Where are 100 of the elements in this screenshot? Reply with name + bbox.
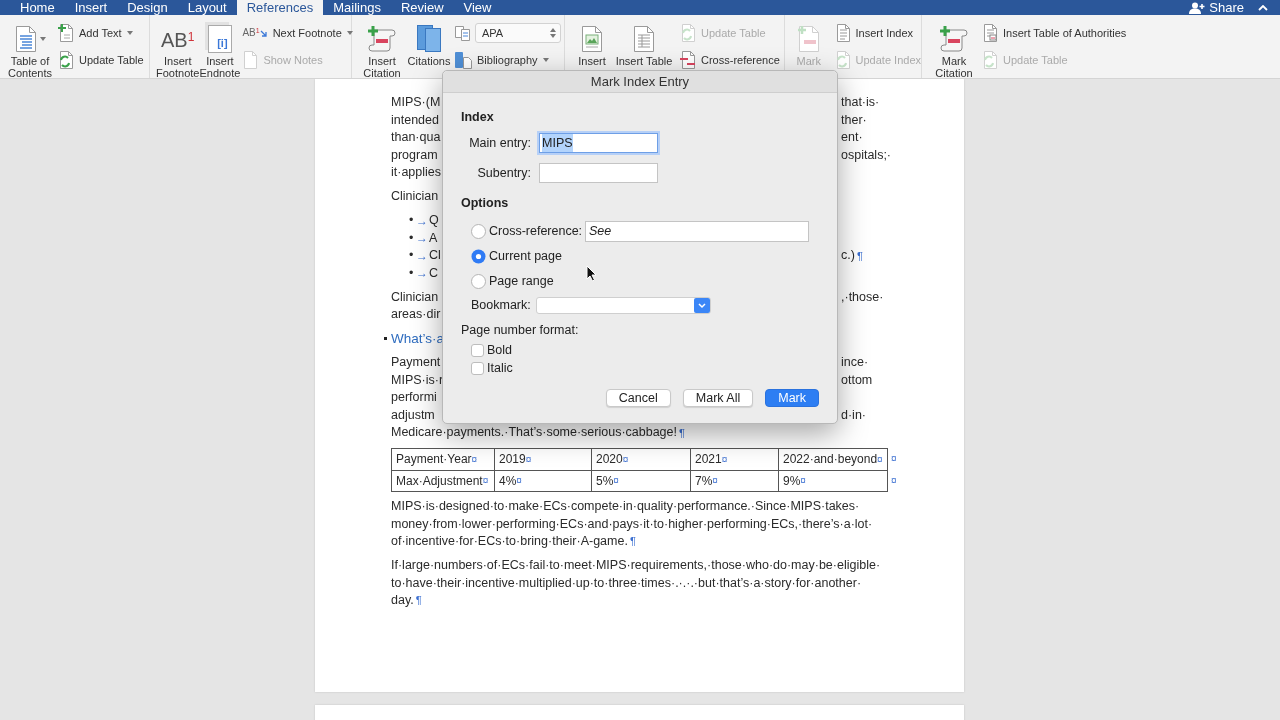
document-refresh-icon (58, 51, 74, 69)
cell-end-mark: ¤ (525, 452, 532, 467)
checkbox-option[interactable]: Italic (471, 359, 513, 377)
footnote-symbol: AB$^{1}$ (242, 28, 260, 38)
cell-text: 2022·and·beyond (783, 451, 878, 469)
ribbon-tab[interactable]: Mailings (323, 0, 391, 15)
radio-option[interactable]: Cross-reference: (471, 222, 583, 241)
document-picture-icon (581, 25, 603, 53)
ribbon-tab[interactable]: Home (10, 0, 65, 15)
checkbox-icon[interactable] (471, 361, 484, 375)
bookmark-select[interactable] (536, 297, 711, 314)
dialog-button[interactable]: Mark (765, 389, 819, 407)
ribbon-button[interactable]: Insert Table of Authorities (982, 22, 1127, 44)
body-text: intended (391, 111, 439, 129)
ribbon-button[interactable]: Bibliography (454, 49, 549, 71)
ribbon-button[interactable]: Add Text (58, 22, 133, 44)
body-text: it·applies (391, 164, 442, 182)
dropdown-caret-icon (542, 58, 549, 62)
dialog-title: Mark Index Entry (590, 72, 690, 91)
chevron-down-icon (694, 298, 710, 313)
body-text: ospitals;· (841, 146, 892, 164)
cell-end-mark: ¤ (613, 474, 619, 489)
radio-option[interactable]: Page range (471, 272, 554, 291)
dropdown-caret-icon (126, 31, 133, 35)
scroll-plus-minus-icon (367, 25, 397, 53)
checkbox-icon[interactable] (471, 343, 484, 357)
cell-text: Payment·Year (396, 451, 472, 469)
cell-end-mark: ¤ (471, 452, 478, 465)
cell-end-mark: ¤ (622, 452, 629, 467)
body-text: ,·those· (841, 288, 884, 306)
body-text: C (429, 264, 439, 282)
paragraph: MIPS·is·designed·to·make·ECs·compete·in·quality·performance.·Since·MIPS·takes· money·from·lower·performing·ECs·and·pays·it·to·higher·performing·ECs,·there’s·a·lot· of·incentive·for·ECs·to·bring·their·A-game. ¶ (391, 498, 873, 550)
body-text: Payment (391, 354, 441, 372)
radio-button-icon[interactable] (471, 249, 486, 264)
document-plus-icon (58, 24, 74, 42)
cell-text: 2020 (596, 451, 623, 469)
body-text: program (391, 146, 438, 164)
ribbon-button[interactable]: Insert Citation (360, 15, 404, 82)
ribbon-tab[interactable]: Review (390, 0, 454, 15)
share-button[interactable]: Share (1189, 0, 1244, 15)
ribbon-tab[interactable]: References (236, 0, 324, 15)
tab-mark: → (416, 230, 429, 248)
ribbon-tab[interactable]: Insert (64, 0, 118, 15)
cell-text: 7% (695, 472, 713, 490)
tab-mark: → (416, 212, 429, 230)
cell-end-mark: ¤ (712, 474, 718, 489)
ribbon-tab[interactable]: View (453, 0, 502, 15)
paragraph: If·large·numbers·of·ECs·fail·to·meet·MIPS·requirements,·those·who·do·may·be·eligible· to·have·their·incentive·multiplied·up·to·three·times·.·.·.·but·that’s·a·story·for·another· day. ¶ (391, 557, 881, 609)
body-text: than·qua (391, 129, 441, 147)
chevron-up-icon[interactable] (1258, 4, 1268, 11)
section-heading: Options (461, 195, 509, 211)
main-entry-field[interactable]: MIPS (539, 133, 658, 153)
ribbon-tab[interactable]: Layout (177, 0, 237, 15)
ribbon-button[interactable]: Citations (404, 15, 454, 71)
body-text: adjustm (391, 406, 435, 424)
tab-mark: → (416, 265, 429, 283)
document-lines-icon (14, 25, 37, 53)
ribbon-tab[interactable]: Design (117, 0, 178, 15)
body-text: Q (429, 212, 439, 230)
dropdown-caret-icon (346, 31, 353, 35)
body-text: performi (391, 389, 437, 407)
tab-mark: → (416, 247, 429, 265)
document-plus-minus-icon (797, 25, 820, 53)
dropdown-caret-icon (39, 37, 46, 41)
list-bullet: • (409, 264, 415, 282)
body-text: c.) (841, 247, 855, 265)
radio-button-icon[interactable] (471, 274, 486, 289)
body-text: A (429, 229, 438, 247)
checkbox-option[interactable]: Bold (471, 341, 513, 359)
cross-reference-field[interactable]: See (585, 221, 809, 242)
ribbon-button[interactable]: Insert (570, 15, 614, 71)
ribbon-button[interactable]: Mark Citation (932, 15, 976, 82)
body-text: Cl (429, 247, 441, 265)
document-icon (242, 51, 259, 69)
body-text: ottom (841, 371, 873, 389)
ribbon-button[interactable]: Insert Table (614, 15, 674, 71)
body-text: Medicare·payments.·That’s·some·serious·cabbage! (391, 424, 677, 442)
radio-button-icon[interactable] (471, 224, 486, 239)
style-select[interactable]: APA (475, 23, 561, 43)
documents-icon (454, 25, 472, 41)
cell-text: 2021 (695, 451, 722, 469)
row-end-mark: ¤ (891, 474, 897, 489)
dialog-button[interactable]: Cancel (605, 389, 671, 407)
dialog-button[interactable]: Mark All (682, 389, 754, 407)
cell-text: 2019 (499, 451, 526, 469)
ribbon-button[interactable]: Update Table (58, 49, 144, 71)
body-text: ent· (841, 129, 863, 147)
ribbon-button[interactable]: Insert Index (834, 22, 914, 44)
radio-option[interactable]: Current page (471, 247, 562, 266)
field-label: Main entry: (468, 134, 531, 152)
ribbon-button[interactable]: [i] Insert Endnote (199, 15, 241, 82)
subentry-field[interactable] (539, 163, 658, 183)
up-down-arrows-icon (550, 28, 556, 38)
body-text: Clinician (391, 188, 439, 206)
list-bullet: • (409, 229, 415, 247)
body-text: MIPS·is·r (391, 371, 444, 389)
body-text: MIPS·(M (391, 94, 441, 112)
ribbon-button[interactable]: AB$^{1}$ Next Footnote (242, 22, 353, 44)
document-refresh-icon (834, 51, 851, 69)
ribbon-button[interactable]: AB$^{1}$ Insert Footnote (156, 15, 200, 82)
